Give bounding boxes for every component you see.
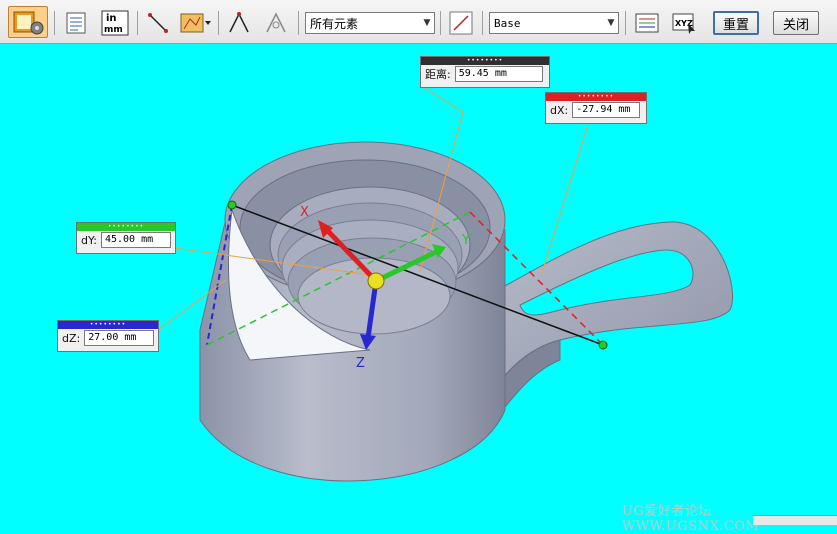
end-point [598,340,608,350]
dz-readout-titlebar[interactable]: •••••••• [58,321,158,329]
graphics-window[interactable]: X Y Z •••••••• 距离: 59.45 mm •••••••• dX:… [0,44,837,524]
triad-origin [367,272,385,290]
dy-readout-titlebar[interactable]: •••••••• [77,223,175,231]
angle-3point-icon [266,12,286,33]
xyz-button[interactable]: XYZ [669,9,699,37]
vector-icon [449,11,473,35]
measure-mode-button[interactable] [8,6,48,38]
list-properties-button[interactable] [62,9,90,37]
show-dimensions-button[interactable] [632,9,662,37]
part-view: X Y Z [157,84,733,482]
angle-measure-button[interactable] [225,9,253,37]
cumulative-distance-icon [180,13,211,33]
dimensions-icon [635,13,659,33]
distance-readout[interactable]: •••••••• 距离: 59.45 mm [420,56,550,88]
point-to-point-button[interactable] [144,9,172,37]
chevron-down-icon[interactable]: ▼ [604,13,618,33]
y-axis-label: Y [461,233,470,248]
close-button[interactable]: 关闭 [773,11,819,35]
dx-value: -27.94 mm [572,102,641,118]
dx-readout[interactable]: •••••••• dX: -27.94 mm [545,92,647,124]
reset-button-label: 重置 [722,17,749,33]
angle-icon [229,12,249,33]
dx-label: dX: [550,103,569,117]
dz-label: dZ: [62,331,81,345]
units-button[interactable]: in mm [99,9,131,37]
distance-readout-titlebar[interactable]: •••••••• [421,57,549,65]
reset-button[interactable]: 重置 [713,11,759,35]
list-icon [66,12,86,34]
dy-readout[interactable]: •••••••• dY: 45.00 mm [76,222,176,254]
filter-select-value: 所有元素 [310,16,359,31]
dx-readout-titlebar[interactable]: •••••••• [546,93,646,101]
units-icon: in mm [101,10,129,36]
angle-3point-button[interactable] [262,9,290,37]
vector-button[interactable] [447,9,475,37]
measure-toolbar: in mm 所有元素 ▼ Base ▼ XYZ 重置 关闭 [0,0,837,44]
ruler-compass-icon [13,11,44,35]
dy-label: dY: [81,233,97,247]
z-axis-label: Z [356,356,365,371]
cumulative-distance-button[interactable] [179,9,213,37]
xyz-icon: XYZ [672,13,695,34]
start-point [227,200,237,210]
dy-value: 45.00 mm [100,232,171,248]
close-button-label: 关闭 [782,17,809,33]
svg-text:mm: mm [104,25,123,35]
dz-readout[interactable]: •••••••• dZ: 27.00 mm [57,320,159,352]
x-axis-label: X [300,205,309,220]
svg-text:in: in [106,13,117,24]
filter-select[interactable]: 所有元素 ▼ [305,12,435,34]
chevron-down-icon[interactable]: ▼ [420,13,434,33]
handle [469,221,733,441]
distance-label: 距离: [425,68,451,81]
distance-value: 59.45 mm [454,66,543,82]
distance-leader [419,84,464,113]
style-select[interactable]: Base ▼ [489,12,619,34]
dz-value: 27.00 mm [84,330,155,346]
point-to-point-icon [148,13,168,33]
style-select-value: Base [494,16,521,30]
cup-body [199,141,506,482]
